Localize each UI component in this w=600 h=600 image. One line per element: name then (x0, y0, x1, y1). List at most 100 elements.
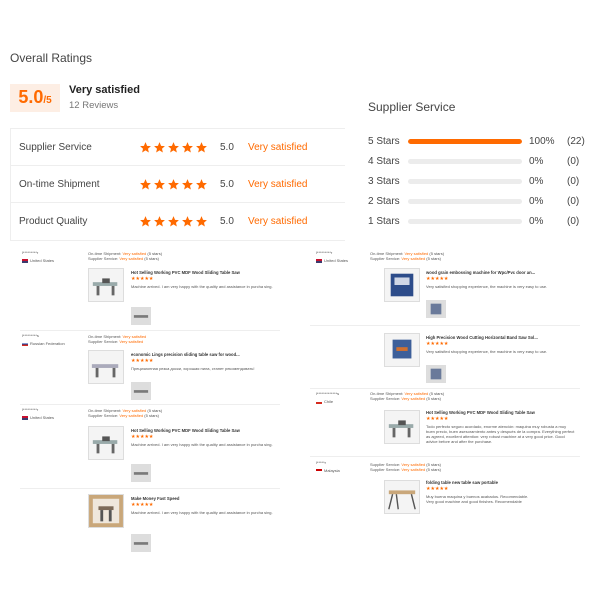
star-icon (139, 141, 152, 154)
review-photo[interactable] (131, 534, 151, 552)
rating-stars (139, 178, 208, 191)
overall-score-badge: 5.0/5 (10, 84, 60, 112)
review-stars: ★★★★★ (426, 416, 449, 422)
product-image[interactable] (384, 333, 420, 367)
review-photo[interactable] (131, 464, 151, 482)
service-label: Supplier Service: (370, 467, 401, 472)
review-stars: ★★★★★ (131, 358, 154, 364)
rating-stars (139, 215, 208, 228)
review-photo[interactable] (426, 365, 446, 383)
product-title[interactable]: Hot Selling Working PVC MDF Wood Sliding… (131, 270, 281, 275)
product-image[interactable] (88, 350, 124, 384)
review-photo[interactable] (131, 307, 151, 325)
star-icon (153, 215, 166, 228)
rating-row-supplier-service: Supplier Service 5.0 Very satisfied (11, 129, 345, 166)
review-photo[interactable] (131, 382, 151, 400)
service-value: Very satisfied (119, 339, 144, 344)
overall-score-label: Very satisfied (69, 84, 140, 96)
stars-suffix: (5 stars) (144, 256, 159, 261)
overall-score: 5.0 (18, 87, 44, 107)
rating-value: 5.0 (220, 216, 234, 227)
country-flag-icon (316, 258, 322, 263)
country-flag-icon (22, 341, 28, 346)
product-title[interactable]: wood grain embossing machine for Wpc/Pvc… (426, 270, 547, 275)
product-image[interactable] (384, 480, 420, 514)
star-icon (181, 178, 194, 191)
service-value: Very satisfied (401, 256, 426, 261)
divider (310, 325, 580, 326)
distribution-bar (408, 138, 522, 144)
service-label: Supplier Service: (88, 256, 119, 261)
product-title[interactable]: Make Money Fast Speed (131, 496, 281, 501)
review-text: Machine arrived. I am very happy with th… (131, 442, 273, 447)
product-image[interactable] (384, 268, 420, 302)
product-title[interactable]: folding table new table saw portable (426, 480, 536, 485)
distribution-bar (408, 198, 522, 204)
reviewer-country: Chile (324, 399, 334, 404)
star-icon (139, 178, 152, 191)
distribution-label: 1 Stars (368, 215, 400, 227)
product-image[interactable] (88, 426, 124, 460)
star-icon (181, 141, 194, 154)
product-image[interactable] (88, 268, 124, 302)
review-stars: ★★★★★ (426, 276, 449, 282)
service-value: Very satisfied (119, 256, 144, 261)
rating-label: On-time Shipment (19, 178, 100, 190)
distribution-label: 4 Stars (368, 155, 400, 167)
reviewer-country: Malaysia (324, 468, 340, 473)
distribution-bar (408, 178, 522, 184)
distribution-percent: 0% (529, 175, 544, 187)
country-flag-icon (316, 399, 322, 404)
review-meta: On-time Shipment: Very satisfied Supplie… (88, 334, 146, 344)
country-flag-icon (316, 468, 322, 473)
star-icon (167, 215, 180, 228)
review-user: l*********r United States (22, 250, 54, 263)
product-title[interactable]: economic Lings precision sliding table s… (131, 352, 254, 357)
review-body: folding table new table saw portable ★★★… (426, 480, 536, 504)
rating-value: 5.0 (220, 178, 234, 190)
stars-suffix: (5 stars) (144, 413, 159, 418)
review-photo[interactable] (426, 300, 446, 318)
distribution-count: (0) (567, 195, 580, 207)
product-image[interactable] (88, 494, 124, 528)
stars-suffix: (5 stars) (426, 256, 441, 261)
service-value: Very satisfied (401, 467, 426, 472)
distribution-count: (22) (567, 135, 585, 147)
review-user: l*****r Malaysia (316, 460, 340, 473)
review-text: Very satisfied shopping experience, the … (426, 349, 548, 354)
rating-breakdown-table: Supplier Service 5.0 Very satisfied On-t… (10, 128, 345, 241)
rating-text: Very satisfied (248, 216, 308, 227)
review-text: Machine arrived. I am very happy with th… (131, 284, 273, 289)
review-body: economic Lings precision sliding table s… (131, 352, 254, 371)
review-user: l*********r United States (316, 250, 348, 263)
product-title[interactable]: Hot Selling Working PVC MDF Wood Sliding… (131, 428, 281, 433)
distribution-percent: 0% (529, 215, 544, 227)
divider (310, 388, 580, 389)
distribution-bar-fill (408, 138, 522, 144)
review-stars: ★★★★★ (426, 341, 449, 347)
reviewer-name: l*********r (316, 250, 333, 255)
service-label: Supplier Service: (370, 256, 401, 261)
overall-review-count: 12 Reviews (69, 100, 119, 111)
review-user: l*********s Russian Federation (22, 333, 65, 346)
review-body: Hot Selling Working PVC MDF Wood Sliding… (131, 270, 281, 289)
reviewer-country: United States (30, 258, 55, 263)
review-body: wood grain embossing machine for Wpc/Pvc… (426, 270, 547, 289)
review-text: Muy buena maquina y buenos acabados. Rec… (426, 494, 529, 504)
review-stars: ★★★★★ (131, 276, 154, 282)
product-title[interactable]: High Precision Wood Cutting Horizontal B… (426, 335, 547, 340)
product-title[interactable]: Hot Selling Working PVC MDF Wood Sliding… (426, 410, 576, 415)
star-icon (195, 141, 208, 154)
distribution-count: (0) (567, 215, 580, 227)
stars-suffix: (5 stars) (426, 467, 441, 472)
product-image[interactable] (384, 410, 420, 444)
review-text: Todo perfecto seguro acordado, enorme at… (426, 424, 575, 444)
country-flag-icon (22, 258, 28, 263)
service-label: Supplier Service: (88, 413, 119, 418)
review-user: l*************s Chile (316, 391, 339, 404)
distribution-percent: 0% (529, 195, 544, 207)
reviewer-name: l*********s (22, 333, 39, 338)
divider (20, 330, 280, 331)
review-meta: On-time Shipment: Very satisfied (5 star… (88, 408, 162, 418)
stars-suffix: (5 stars) (426, 396, 441, 401)
